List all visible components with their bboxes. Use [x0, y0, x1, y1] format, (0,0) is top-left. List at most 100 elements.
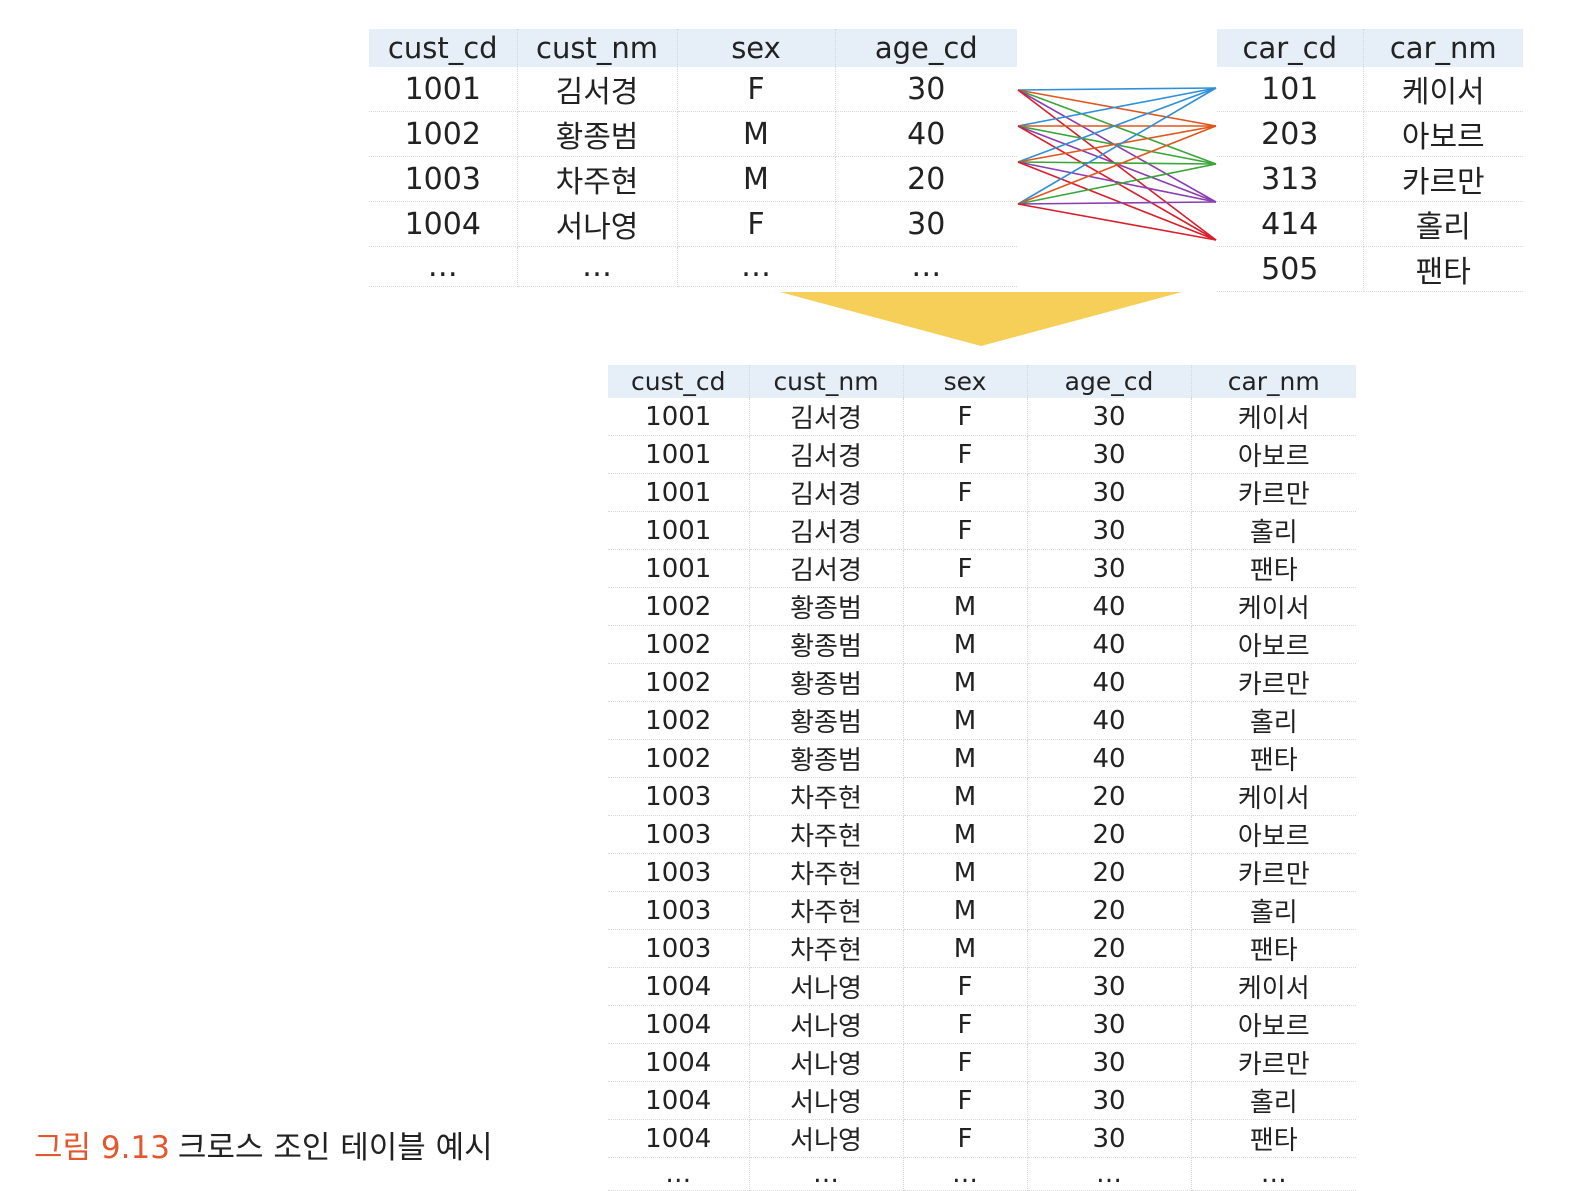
- result-header-cust-nm: cust_nm: [749, 365, 904, 398]
- table-cell: 30: [1027, 1005, 1192, 1044]
- table-row: 101 케이서: [1217, 67, 1523, 112]
- table-cell: F: [903, 435, 1028, 474]
- table-row: 1002 황종범 M 40 케이서: [608, 587, 1356, 626]
- result-table: cust_cd cust_nm sex age_cd car_nm 1001 김서…: [608, 365, 1356, 1191]
- table-cell: 30: [835, 67, 1017, 112]
- table-row: 1004 서나영 F 30 아보르: [608, 1005, 1356, 1044]
- table-cell: 팬타: [1191, 549, 1356, 588]
- car-header-car-nm: car_nm: [1363, 29, 1523, 67]
- table-cell: 30: [835, 201, 1017, 247]
- table-row: 1003 차주현 M 20 케이서: [608, 777, 1356, 816]
- table-cell: M: [903, 929, 1028, 968]
- table-cell: 505: [1217, 246, 1364, 292]
- table-cell: 케이서: [1191, 967, 1356, 1006]
- table-cell: 아보르: [1191, 625, 1356, 664]
- connector-line: [1017, 161, 1217, 203]
- table-cell: F: [903, 967, 1028, 1006]
- table-cell: 팬타: [1191, 739, 1356, 778]
- table-cell: 20: [835, 156, 1017, 202]
- table-row: 1003 차주현 M 20: [369, 156, 1017, 202]
- table-cell: 김서경: [749, 473, 904, 512]
- table-row: 1002 황종범 M 40 아보르: [608, 625, 1356, 664]
- connector-line: [1017, 125, 1217, 241]
- table-row: 1004 서나영 F 30 홀리: [608, 1081, 1356, 1120]
- table-cell: 황종범: [517, 111, 678, 157]
- table-cell: 1003: [608, 777, 750, 816]
- table-cell: 황종범: [749, 663, 904, 702]
- table-cell: 카르만: [1191, 853, 1356, 892]
- table-cell: 카르만: [1363, 156, 1523, 202]
- table-cell: 서나영: [749, 1081, 904, 1120]
- down-arrow-shape: [780, 292, 1182, 346]
- table-cell: 김서경: [749, 398, 904, 436]
- connector-line: [1017, 201, 1217, 205]
- table-cell: 30: [1027, 1043, 1192, 1082]
- table-cell: …: [835, 246, 1017, 287]
- table-cell: F: [903, 1119, 1028, 1158]
- table-cell: 40: [1027, 625, 1192, 664]
- table-cell: 30: [1027, 1119, 1192, 1158]
- result-table-body: 1001 김서경 F 30 케이서 1001 김서경 F 30 아보르 1001 김서경 F 30 카르만 1…: [608, 398, 1356, 1191]
- table-cell: 40: [1027, 739, 1192, 778]
- customer-header-cust-cd: cust_cd: [369, 29, 518, 67]
- table-cell: F: [903, 1043, 1028, 1082]
- table-cell: 40: [1027, 701, 1192, 740]
- table-cell: M: [903, 739, 1028, 778]
- table-row: 1004 서나영 F 30 케이서: [608, 967, 1356, 1006]
- table-cell: 1001: [369, 67, 518, 112]
- table-cell: 1002: [608, 663, 750, 702]
- table-cell: 1001: [608, 473, 750, 512]
- table-cell: F: [903, 398, 1028, 436]
- table-cell: 홀리: [1363, 201, 1523, 247]
- table-cell: 1003: [608, 891, 750, 930]
- table-cell: 40: [835, 111, 1017, 157]
- table-cell: 1002: [608, 587, 750, 626]
- table-cell: 20: [1027, 777, 1192, 816]
- table-cell: 1004: [608, 1043, 750, 1082]
- table-cell: M: [903, 587, 1028, 626]
- table-cell: 1003: [608, 929, 750, 968]
- table-cell: 30: [1027, 435, 1192, 474]
- table-row: 1001 김서경 F 30 홀리: [608, 511, 1356, 550]
- table-row: 414 홀리: [1217, 201, 1523, 247]
- table-cell: 팬타: [1191, 929, 1356, 968]
- customer-header-cust-nm: cust_nm: [517, 29, 678, 67]
- table-cell: 414: [1217, 201, 1364, 247]
- table-cell: 1001: [608, 549, 750, 588]
- table-cell: 20: [1027, 929, 1192, 968]
- table-row: 1004 서나영 F 30 팬타: [608, 1119, 1356, 1158]
- table-cell: 1001: [608, 435, 750, 474]
- connector-line: [1017, 87, 1217, 163]
- table-cell: 1001: [608, 398, 750, 436]
- car-table-body: 101 케이서 203 아보르 313 카르만 414 홀리 505 팬타: [1217, 67, 1523, 292]
- connector-line: [1017, 161, 1217, 241]
- table-cell: 서나영: [749, 1043, 904, 1082]
- customer-header-sex: sex: [677, 29, 836, 67]
- table-cell: F: [677, 201, 836, 247]
- table-row: 1001 김서경 F 30: [369, 67, 1017, 112]
- result-header-sex: sex: [903, 365, 1028, 398]
- connector-line: [1017, 87, 1217, 91]
- figure-number: 그림 9.13: [34, 1130, 170, 1166]
- table-cell: 차주현: [749, 815, 904, 854]
- table-row: 1003 차주현 M 20 카르만: [608, 853, 1356, 892]
- connector-line: [1017, 161, 1217, 165]
- down-arrow-icon: [780, 292, 1182, 346]
- table-cell: 1004: [608, 967, 750, 1006]
- table-cell: 20: [1027, 891, 1192, 930]
- table-cell: 313: [1217, 156, 1364, 202]
- table-cell: …: [369, 246, 518, 287]
- table-cell: 30: [1027, 473, 1192, 512]
- table-cell: 1002: [608, 701, 750, 740]
- table-cell: F: [903, 1005, 1028, 1044]
- customer-table: cust_cd cust_nm sex age_cd 1001 김서경 F 30 100…: [369, 29, 1017, 287]
- table-cell: 1004: [608, 1005, 750, 1044]
- table-row: 1001 김서경 F 30 팬타: [608, 549, 1356, 588]
- table-cell: 황종범: [749, 587, 904, 626]
- table-cell: 케이서: [1363, 67, 1523, 112]
- table-cell: 아보르: [1191, 435, 1356, 474]
- table-cell: M: [903, 853, 1028, 892]
- table-cell: 1003: [608, 815, 750, 854]
- table-row: 313 카르만: [1217, 156, 1523, 202]
- table-cell: 김서경: [749, 549, 904, 588]
